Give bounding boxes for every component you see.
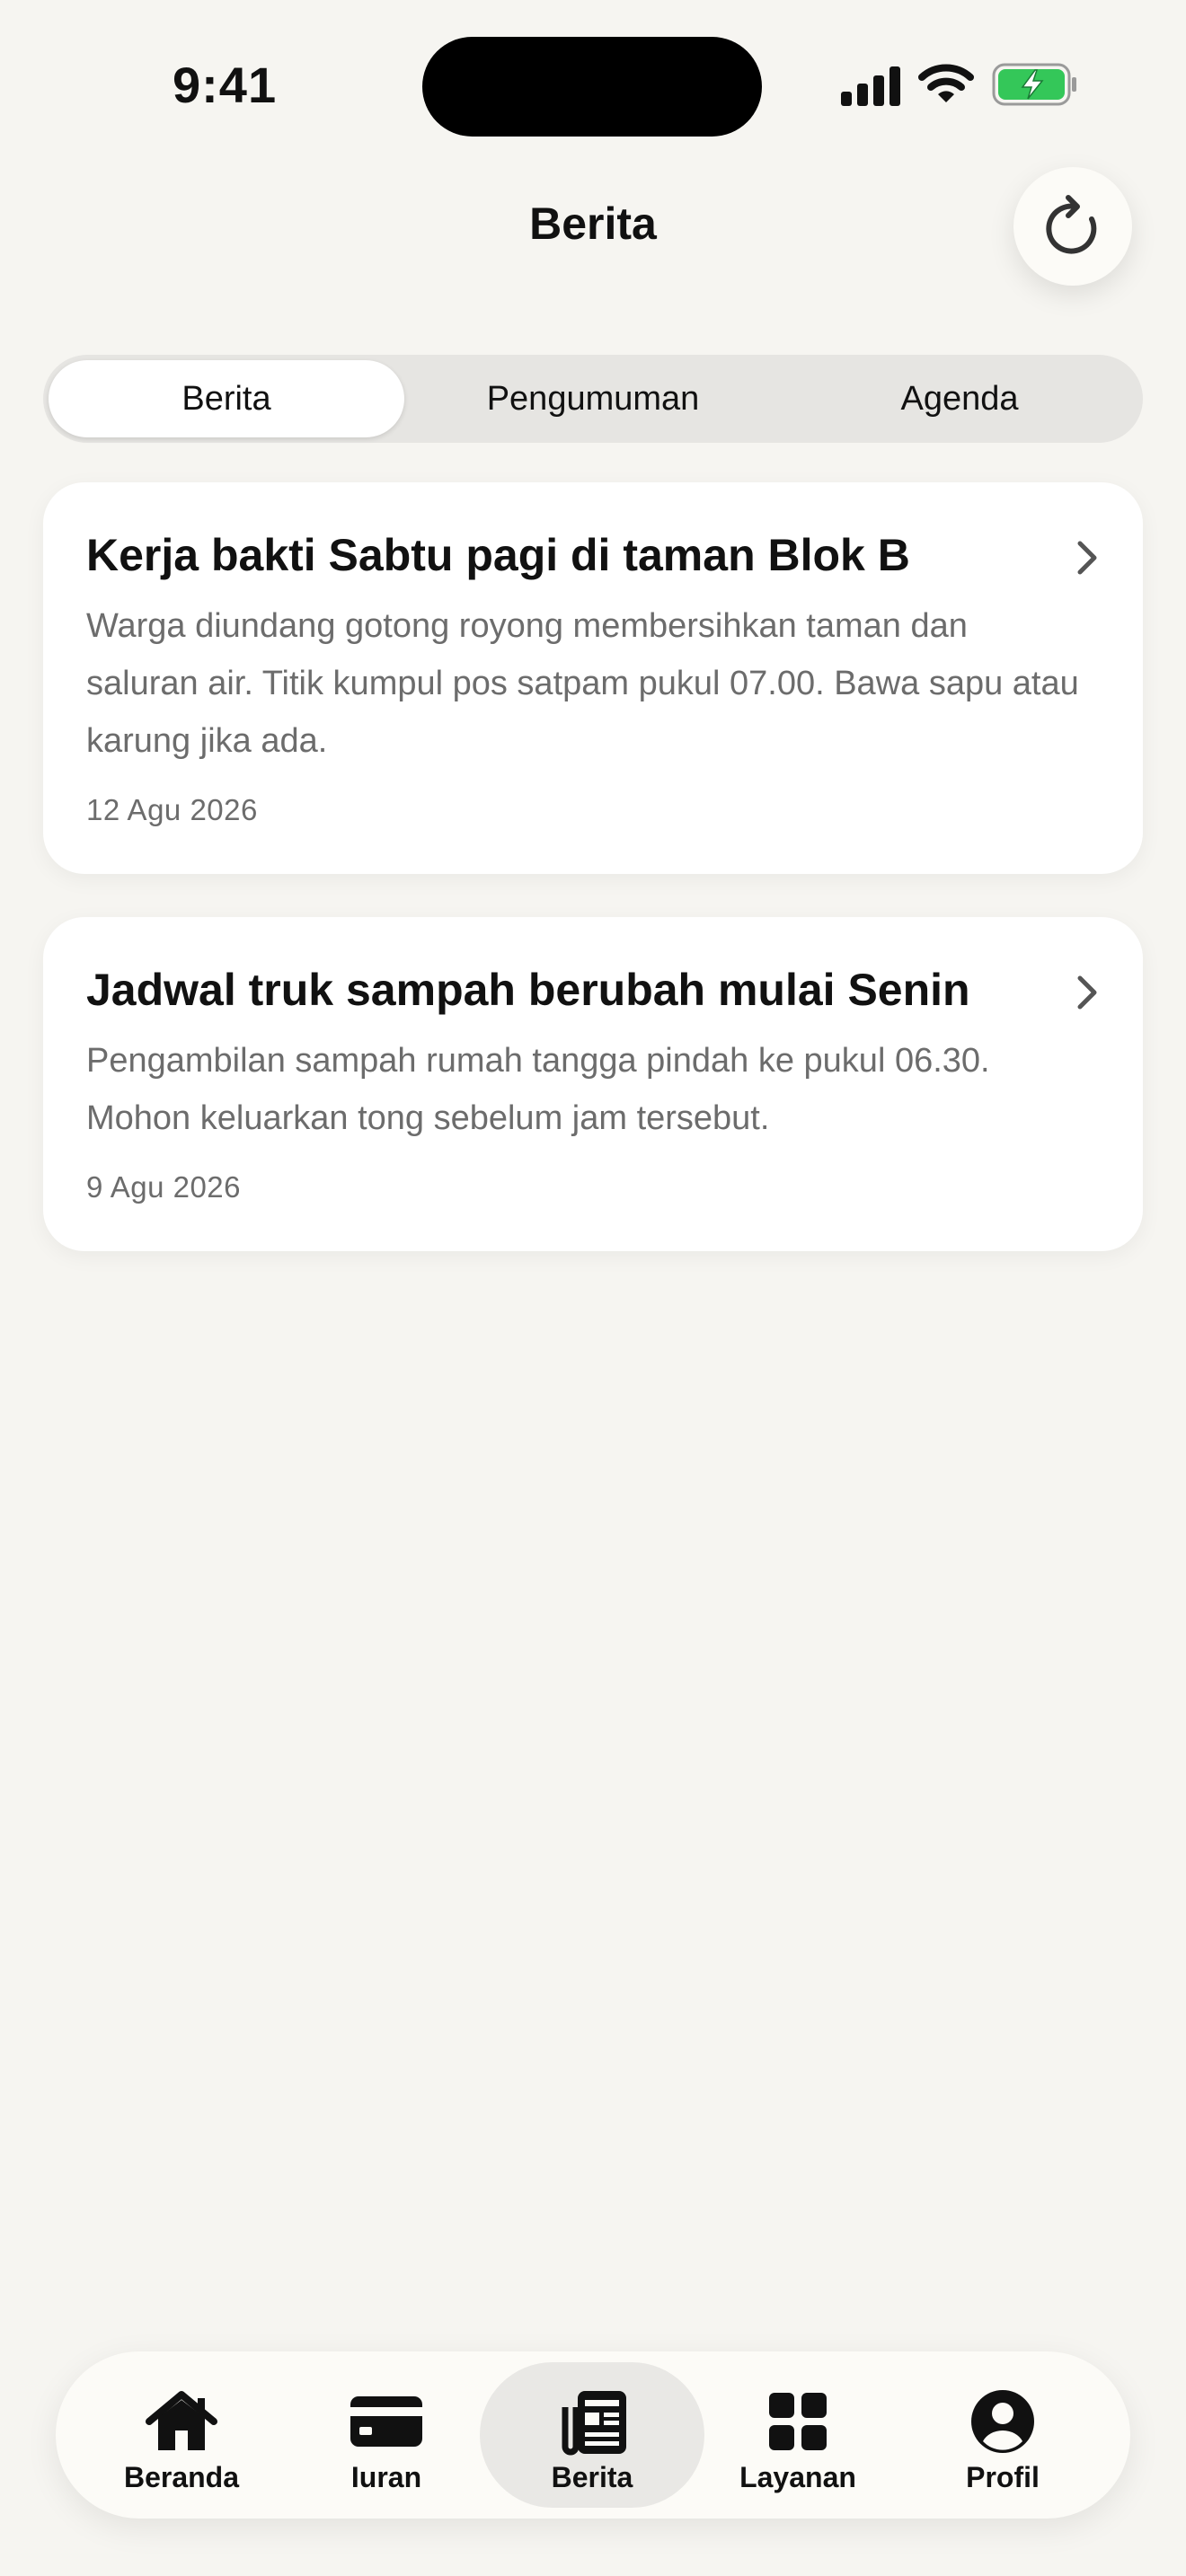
news-date: 12 Agu 2026: [86, 793, 258, 826]
grid-icon: [769, 2393, 827, 2450]
cellular-signal-icon: [841, 66, 900, 106]
news-title: Kerja bakti Sabtu pagi di taman Blok B: [86, 530, 910, 580]
tab-iuran[interactable]: Iuran: [274, 2362, 499, 2508]
dynamic-island: [422, 37, 762, 137]
news-excerpt: Pengambilan sampah rumah tangga pindah k…: [86, 1042, 990, 1137]
news-date: 9 Agu 2026: [86, 1170, 241, 1204]
profile-icon: [971, 2390, 1034, 2453]
news-excerpt: Warga diundang gotong royong membersihka…: [86, 607, 1079, 760]
battery-charging-icon: [992, 63, 1076, 106]
chevron-right-icon: [1077, 541, 1097, 575]
tab-label: Berita: [551, 2461, 633, 2493]
refresh-button[interactable]: [1013, 167, 1132, 286]
tab-label: Profil: [966, 2461, 1040, 2493]
news-card[interactable]: Kerja bakti Sabtu pagi di taman Blok B W…: [43, 482, 1143, 874]
status-time: 9:41: [173, 57, 278, 113]
card-icon: [350, 2396, 422, 2447]
page-title: Berita: [529, 198, 657, 249]
tab-berita[interactable]: Berita: [480, 2362, 704, 2508]
tab-label: Iuran: [350, 2461, 422, 2493]
refresh-icon: [1046, 195, 1097, 254]
newspaper-icon: [562, 2391, 626, 2456]
tab-layanan[interactable]: Layanan: [686, 2362, 910, 2508]
tab-profil[interactable]: Profil: [890, 2362, 1115, 2508]
segment-agenda[interactable]: Agenda: [782, 360, 1137, 437]
tab-label: Beranda: [123, 2461, 240, 2493]
bottom-tab-bar: Beranda Iuran Berita Layanan Profil: [56, 2351, 1130, 2519]
segment-berita[interactable]: Berita: [49, 360, 404, 437]
tab-label: Layanan: [739, 2461, 856, 2493]
wifi-icon: [918, 64, 974, 102]
news-card[interactable]: Jadwal truk sampah berubah mulai Senin P…: [43, 917, 1143, 1251]
news-title: Jadwal truk sampah berubah mulai Senin: [86, 965, 970, 1015]
segment-pengumuman[interactable]: Pengumuman: [415, 360, 771, 437]
home-icon: [146, 2391, 217, 2450]
segmented-control: Berita Pengumuman Agenda: [43, 355, 1143, 443]
tab-beranda[interactable]: Beranda: [69, 2362, 294, 2508]
status-bar: 9:41: [0, 0, 1186, 171]
chevron-right-icon: [1077, 975, 1097, 1010]
